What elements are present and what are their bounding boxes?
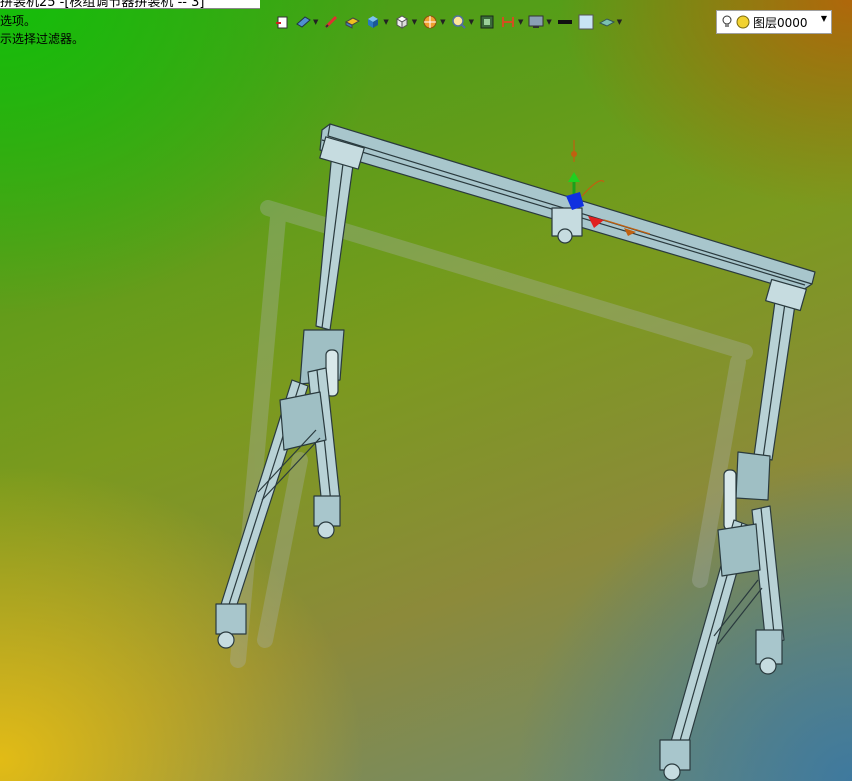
layer-name: 图层0000 <box>753 15 808 30</box>
shaded-cube-button[interactable]: ▼ <box>365 12 389 32</box>
chevron-down-icon: ▼ <box>517 18 524 26</box>
render-wheel-button[interactable]: ▼ <box>422 12 446 32</box>
view-orient-icon <box>295 14 311 30</box>
line-color-icon <box>557 14 573 30</box>
document-tab[interactable]: 拼装机25 -[核组调节器拼装机 -- 3] <box>0 0 260 9</box>
chevron-down-icon: ▼ <box>546 18 552 26</box>
graphics-viewport[interactable]: 拼装机25 -[核组调节器拼装机 -- 3] 选项。 示选择过滤器。 ▼ ▼ ▼… <box>0 0 852 781</box>
sketch-button[interactable] <box>274 12 290 32</box>
render-wheel-icon <box>422 14 438 30</box>
wire-cube-icon <box>394 14 410 30</box>
document-title: 拼装机25 -[核组调节器拼装机 -- 3] <box>0 0 205 9</box>
chevron-down-icon: ▼ <box>383 18 389 26</box>
pen-icon <box>323 14 339 30</box>
wire-cube-button[interactable]: ▼ <box>394 12 417 32</box>
gantry-crane-model[interactable] <box>0 0 852 781</box>
layer-box-button[interactable] <box>344 12 361 32</box>
fill-color-button[interactable] <box>578 12 594 32</box>
section-button[interactable]: ▼ <box>500 12 523 32</box>
layer-color-icon <box>736 15 750 29</box>
frame-icon <box>479 14 495 30</box>
heads-up-toolbar: ▼ ▼ ▼ ▼ ▼ ▼ ▼ ▼ <box>274 12 627 32</box>
zoom-fit-icon <box>451 14 467 30</box>
status-hint-1: 选项。 <box>0 14 37 28</box>
status-hint-2: 示选择过滤器。 <box>0 32 85 46</box>
zoom-fit-button[interactable]: ▼ <box>451 12 474 32</box>
lightbulb-icon <box>721 15 733 29</box>
sketch-icon <box>274 14 290 30</box>
layer-box-icon <box>344 14 361 30</box>
section-icon <box>500 14 516 30</box>
frame-button[interactable] <box>479 12 495 32</box>
chevron-down-icon: ▼ <box>616 18 623 26</box>
chevron-down-icon: ▼ <box>411 18 418 26</box>
chevron-down-icon: ▼ <box>820 14 827 23</box>
shaded-cube-icon <box>365 14 381 30</box>
plane-icon <box>598 14 615 30</box>
chevron-down-icon: ▼ <box>313 18 319 26</box>
plane-button[interactable]: ▼ <box>598 12 623 32</box>
pen-button[interactable] <box>323 12 339 32</box>
chevron-down-icon: ▼ <box>440 18 446 26</box>
fill-color-icon <box>578 14 594 30</box>
monitor-icon <box>528 14 544 30</box>
monitor-button[interactable]: ▼ <box>528 12 552 32</box>
view-orient-button[interactable]: ▼ <box>295 12 318 32</box>
chevron-down-icon: ▼ <box>468 18 474 26</box>
layer-dropdown[interactable]: 图层0000 ▼ <box>716 10 832 34</box>
line-color-button[interactable] <box>557 12 573 32</box>
